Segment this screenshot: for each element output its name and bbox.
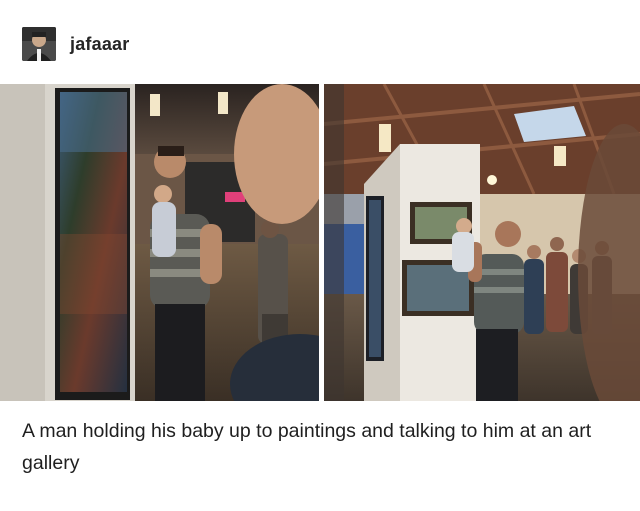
- photo-set: [0, 84, 640, 401]
- username-link[interactable]: jafaaar: [70, 34, 129, 55]
- gallery-photo-left[interactable]: [0, 84, 319, 401]
- gallery-photo-right[interactable]: [324, 84, 640, 401]
- post-caption: A man holding his baby up to paintings a…: [22, 420, 592, 474]
- user-avatar-icon[interactable]: [22, 27, 56, 61]
- post-header: jafaaar: [22, 26, 129, 62]
